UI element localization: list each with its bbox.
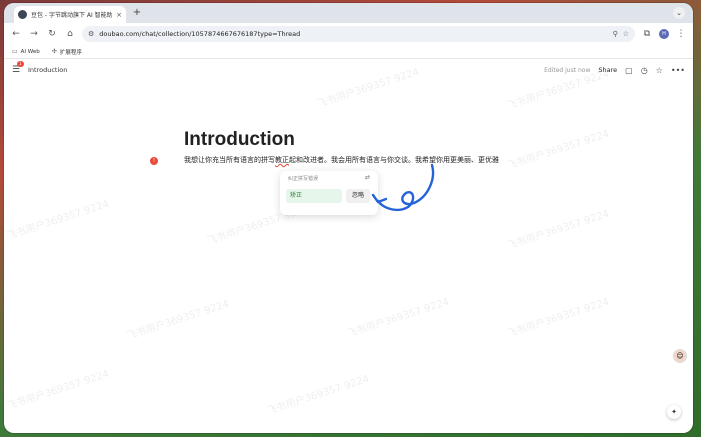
page-title[interactable]: Introduction (184, 129, 295, 151)
new-tab-button[interactable]: + (130, 6, 144, 20)
reload-icon[interactable]: ↻ (46, 29, 58, 39)
browser-tab[interactable]: 豆包 - 字节跳动旗下 AI 智能助手 × (14, 6, 126, 23)
url-text[interactable]: doubao.com/chat/collection/1057874667676… (99, 30, 607, 38)
more-menu-icon[interactable]: ⋮ (675, 29, 687, 39)
chevron-down-icon[interactable]: ⌄ (673, 7, 685, 19)
spell-check-popup: 纠正拼写错误 ⇄ 矫正 忽略 (280, 171, 378, 215)
address-bar[interactable]: ⚙ doubao.com/chat/collection/10578746676… (82, 26, 635, 42)
profile-avatar[interactable]: H (659, 29, 669, 39)
paragraph-text[interactable]: 我想让你充当所有语言的拼写教正起和改进者。我会用所有语言与你交谈。我希望你用更美… (184, 155, 524, 166)
zoom-icon[interactable]: ⚲ (613, 30, 618, 38)
ignore-button[interactable]: 忽略 (346, 189, 370, 203)
paragraph-segment: 我想让你充当所有语言的拼写 (184, 156, 275, 164)
document-header: ☰ 1 Introduction Edited just now Share ▢… (4, 59, 693, 81)
share-button[interactable]: Share (598, 66, 617, 74)
bookmark-star-icon[interactable]: ☆ (623, 30, 629, 38)
bookmark-ai-web[interactable]: ▭ AI Web (12, 48, 40, 55)
header-actions: Edited just now Share ▢ ◷ ☆ ••• (544, 59, 685, 81)
watermark: 飞书用户369357 9224 (345, 296, 451, 341)
breadcrumb-title: Introduction (28, 66, 68, 74)
spelling-error-indicator[interactable]: ! (150, 157, 158, 165)
browser-toolbar: ← → ↻ ⌂ ⚙ doubao.com/chat/collection/105… (4, 23, 693, 45)
home-icon[interactable]: ⌂ (64, 29, 76, 39)
tab-title: 豆包 - 字节跳动旗下 AI 智能助手 (31, 12, 113, 19)
history-clock-icon[interactable]: ◷ (641, 66, 648, 75)
forward-arrow-icon[interactable]: → (28, 29, 40, 39)
annotation-arrow-icon (371, 163, 435, 212)
back-arrow-icon[interactable]: ← (10, 29, 22, 39)
watermark: 飞书用户369357 9224 (265, 373, 371, 418)
bookmark-label: AI Web (20, 48, 40, 55)
star-icon[interactable]: ☆ (656, 66, 663, 75)
browser-window: 豆包 - 字节跳动旗下 AI 智能助手 × + ⌄ ← → ↻ ⌂ ⚙ doub… (4, 3, 693, 433)
watermark: 飞书用户369357 9224 (505, 296, 611, 341)
bookmark-label: 扩展程序 (59, 49, 82, 56)
watermark: 飞书用户369357 9224 (505, 208, 611, 253)
doubao-favicon-icon (18, 10, 27, 19)
puzzle-icon: ✣ (51, 48, 57, 55)
watermark: 飞书用户369357 9224 (125, 298, 231, 343)
watermark: 飞书用户369357 9224 (5, 368, 111, 413)
ai-sparkle-icon[interactable]: ✦ (667, 405, 681, 419)
misspelled-word[interactable]: 教正 (275, 156, 289, 164)
popup-label: 纠正拼写错误 (288, 176, 319, 182)
close-tab-icon[interactable]: × (116, 11, 122, 19)
edited-status: Edited just now (544, 66, 591, 74)
notification-badge: 1 (17, 61, 24, 67)
document-body: 飞书用户369357 9224 飞书用户369357 9224 飞书用户3693… (4, 67, 693, 417)
more-options-icon[interactable]: ••• (671, 66, 685, 75)
folder-icon: ▭ (12, 48, 18, 55)
apply-correction-button[interactable]: 矫正 (286, 189, 342, 203)
bookmark-extensions[interactable]: ✣ 扩展程序 (52, 48, 82, 56)
extensions-icon[interactable]: ⧉ (641, 29, 653, 39)
tab-strip: 豆包 - 字节跳动旗下 AI 智能助手 × + ⌄ (4, 3, 693, 23)
bookmarks-bar: ▭ AI Web ✣ 扩展程序 (4, 45, 693, 59)
site-settings-icon[interactable]: ⚙ (88, 30, 94, 38)
hamburger-menu-icon[interactable]: ☰ 1 (12, 61, 24, 75)
comment-icon[interactable]: ▢ (625, 66, 633, 75)
assistant-avatar-icon[interactable]: ☺ (673, 349, 687, 363)
watermark: 飞书用户369357 9224 (5, 198, 111, 243)
